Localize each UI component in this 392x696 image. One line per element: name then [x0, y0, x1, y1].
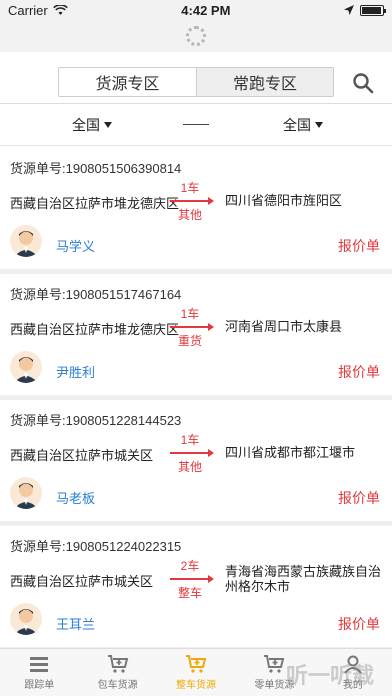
tab-label: 跟踪单 [24, 680, 55, 691]
cargo-card[interactable]: 货源单号:1908051517467164 西藏自治区拉萨市堆龙德庆区 1车 重… [0, 274, 392, 400]
truck-count: 1车 [180, 433, 200, 447]
quote-button[interactable]: 报价单 [338, 488, 380, 508]
quote-button[interactable]: 报价单 [338, 614, 380, 634]
order-number: 货源单号:1908051228144523 [10, 413, 182, 428]
cargo-list: 货源单号:1908051506390814 西藏自治区拉萨市堆龙德庆区 1车 其… [0, 148, 392, 652]
cart-plus-icon [186, 655, 207, 673]
cart-plus-icon [264, 655, 285, 673]
destination-address: 河南省周口市太康县 [225, 319, 343, 334]
cargo-type: 其他 [177, 460, 202, 474]
avatar [10, 351, 42, 383]
arrow-right-icon [170, 449, 214, 457]
avatar [10, 477, 42, 509]
cargo-summary: 1车 其他 [170, 179, 214, 223]
caret-down-icon [315, 121, 323, 128]
battery-icon [360, 4, 386, 16]
tab-tracking[interactable]: 跟踪单 [0, 649, 78, 696]
quote-button[interactable]: 报价单 [338, 236, 380, 256]
destination-address: 四川省成都市都江堰市 [225, 445, 356, 460]
status-bar: Carrier 4:42 PM [0, 0, 392, 20]
destination-address: 四川省德阳市旌阳区 [225, 193, 343, 208]
segment-tab-row: 货源专区 常跑专区 [0, 66, 392, 104]
cargo-type: 其他 [177, 208, 202, 222]
tab-mine[interactable]: 我的 [314, 649, 392, 696]
origin-address: 西藏自治区拉萨市堆龙德庆区 [10, 196, 180, 211]
region-filter-row: 全国 全国 [0, 104, 392, 146]
shipper-name[interactable]: 马老板 [56, 488, 95, 507]
truck-count: 1车 [180, 307, 200, 321]
carrier-label: Carrier [8, 2, 48, 18]
order-number: 货源单号:1908051506390814 [10, 161, 182, 176]
cargo-card[interactable]: 货源单号:1908051506390814 西藏自治区拉萨市堆龙德庆区 1车 其… [0, 148, 392, 274]
to-region-select[interactable]: 全国 [283, 115, 323, 135]
segmented-control: 货源专区 常跑专区 [58, 66, 334, 97]
cargo-card[interactable]: 货源单号:1908051224022315 西藏自治区拉萨市城关区 2车 整车 … [0, 526, 392, 652]
tab-label: 整车货源 [176, 680, 217, 691]
caret-down-icon [104, 121, 112, 128]
truck-count: 2车 [180, 559, 200, 573]
tab-charter-cargo[interactable]: 包车货源 [78, 649, 156, 696]
order-number: 货源单号:1908051224022315 [10, 539, 182, 554]
list-icon [30, 657, 49, 672]
avatar [10, 225, 42, 257]
origin-address: 西藏自治区拉萨市城关区 [10, 574, 154, 589]
route-arrow-icon [183, 124, 209, 125]
cargo-summary: 1车 其他 [170, 431, 214, 475]
tab-frequent-zone[interactable]: 常跑专区 [196, 67, 333, 96]
truck-count: 1车 [180, 181, 200, 195]
status-time: 4:42 PM [181, 2, 231, 18]
pull-refresh-area [0, 20, 392, 52]
bottom-tab-bar: 跟踪单 包车货源 整车货源 零单货源 我的 [0, 648, 392, 696]
tab-label: 我的 [342, 680, 363, 691]
wifi-icon [52, 4, 68, 15]
cargo-summary: 1车 重货 [170, 305, 214, 349]
tab-full-truck-cargo[interactable]: 整车货源 [157, 649, 235, 696]
loading-spinner-icon [186, 26, 206, 46]
order-number: 货源单号:1908051517467164 [10, 287, 182, 302]
cargo-type: 整车 [177, 586, 202, 600]
shipper-name[interactable]: 马学义 [56, 236, 95, 255]
origin-address: 西藏自治区拉萨市城关区 [10, 448, 154, 463]
cart-plus-icon [107, 655, 128, 673]
tab-less-than-load-cargo[interactable]: 零单货源 [235, 649, 313, 696]
cargo-summary: 2车 整车 [170, 557, 214, 601]
arrow-right-icon [170, 323, 214, 331]
avatar [10, 603, 42, 635]
cargo-type: 重货 [177, 334, 202, 348]
user-icon [344, 655, 362, 674]
quote-button[interactable]: 报价单 [338, 362, 380, 382]
tab-source-zone[interactable]: 货源专区 [59, 67, 196, 96]
shipper-name[interactable]: 尹胜利 [56, 362, 95, 381]
destination-address: 青海省海西蒙古族藏族自治州格尔木市 [225, 564, 382, 594]
search-icon[interactable] [352, 72, 374, 94]
tab-label: 零单货源 [254, 680, 295, 691]
location-arrow-icon [344, 5, 354, 15]
from-region-select[interactable]: 全国 [72, 115, 112, 135]
from-region-label: 全国 [72, 116, 100, 133]
arrow-right-icon [170, 575, 214, 583]
arrow-right-icon [170, 197, 214, 205]
to-region-label: 全国 [283, 116, 311, 133]
cargo-card[interactable]: 货源单号:1908051228144523 西藏自治区拉萨市城关区 1车 其他 … [0, 400, 392, 526]
origin-address: 西藏自治区拉萨市堆龙德庆区 [10, 322, 180, 337]
shipper-name[interactable]: 王耳兰 [56, 614, 95, 633]
tab-label: 包车货源 [97, 680, 138, 691]
